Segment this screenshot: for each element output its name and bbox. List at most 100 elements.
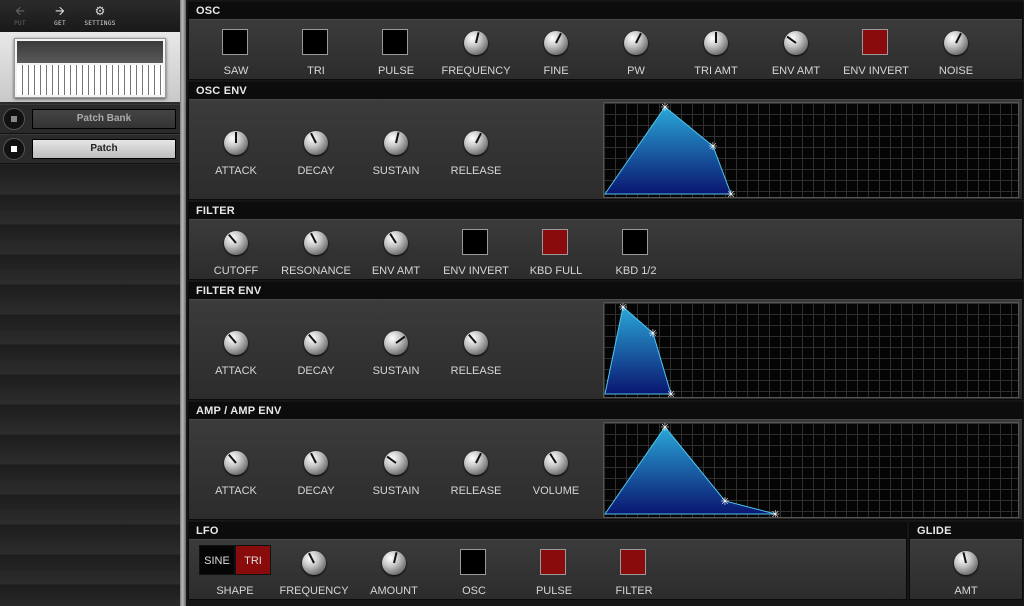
env-invert-toggle[interactable] — [862, 29, 888, 55]
amount-knob[interactable] — [382, 551, 406, 575]
env-invert-toggle[interactable] — [462, 229, 488, 255]
knob-indicator — [955, 32, 962, 44]
patch-radio[interactable] — [3, 138, 25, 160]
knob-indicator — [475, 132, 482, 144]
pw-knob[interactable] — [624, 31, 648, 55]
control-label: RELEASE — [450, 365, 502, 377]
glide-section: GLIDE AMT — [909, 522, 1023, 600]
release-knob[interactable] — [464, 331, 488, 355]
sustain-knob[interactable] — [384, 451, 408, 475]
knob-indicator — [308, 333, 317, 344]
patch-button[interactable]: Patch — [32, 139, 176, 159]
saw-toggle[interactable] — [222, 29, 248, 55]
tri-toggle[interactable] — [302, 29, 328, 55]
amp-env-graph[interactable]: ✳ ✳ ✳ — [603, 422, 1019, 518]
decay-knob[interactable] — [304, 451, 328, 475]
put-button[interactable]: 🡨 PUT — [0, 5, 40, 27]
keyboard-image — [14, 38, 166, 98]
knob-indicator — [549, 453, 557, 464]
cutoff-knob[interactable] — [224, 231, 248, 255]
section-title: FILTER — [196, 205, 235, 217]
knob-indicator — [715, 32, 717, 43]
knob-indicator — [310, 232, 317, 244]
control-label: AMT — [954, 585, 978, 597]
filter-env-section: FILTER ENV ✳ ✳ ✳ ATTACK DECAY SUSTAIN RELEASE — [188, 282, 1023, 400]
fine-knob[interactable] — [544, 31, 568, 55]
amp-decay-handle[interactable]: ✳ — [720, 495, 729, 508]
knob-indicator — [475, 452, 482, 464]
amp-env-curve: ✳ ✳ ✳ — [604, 423, 780, 517]
patch-bank-button[interactable]: Patch Bank — [32, 109, 176, 129]
section-title: OSC — [196, 5, 221, 17]
control-label: NOISE — [938, 65, 974, 77]
synth-thumbnail — [0, 32, 180, 102]
env-amt-knob[interactable] — [384, 231, 408, 255]
section-title: FILTER ENV — [196, 285, 262, 297]
attack-knob[interactable] — [224, 331, 248, 355]
osc-toggle[interactable] — [460, 549, 486, 575]
section-title: LFO — [196, 525, 219, 537]
knob-indicator — [962, 552, 967, 564]
kbd-full-toggle[interactable] — [542, 229, 568, 255]
release-knob[interactable] — [464, 131, 488, 155]
patch-row: Patch — [0, 134, 180, 164]
sustain-knob[interactable] — [384, 331, 408, 355]
knob-indicator — [395, 132, 400, 144]
resonance-knob[interactable] — [304, 231, 328, 255]
arrow-right-icon: 🡪 — [55, 4, 65, 18]
filter-env-graph[interactable]: ✳ ✳ ✳ — [603, 302, 1019, 398]
env-amt-knob[interactable] — [784, 31, 808, 55]
knob-indicator — [228, 233, 237, 244]
knob-indicator — [475, 32, 480, 44]
control-label: RELEASE — [450, 165, 502, 177]
amp-release-handle[interactable]: ✳ — [771, 508, 780, 517]
osc-release-handle[interactable]: ✳ — [726, 188, 735, 197]
osc-decay-handle[interactable]: ✳ — [708, 140, 717, 153]
knob-indicator — [393, 552, 398, 564]
osc-env-curve: ✳ ✳ ✳ — [604, 103, 736, 197]
frequency-knob[interactable] — [302, 551, 326, 575]
gear-icon: ⚙ — [94, 4, 106, 18]
knob-indicator — [228, 453, 237, 464]
patch-sidebar: 🡨 PUT 🡪 GET ⚙ SETTINGS Patch Bank Patch — [0, 0, 180, 606]
patch-bank-radio[interactable] — [3, 108, 25, 130]
noise-knob[interactable] — [944, 31, 968, 55]
osc-attack-handle[interactable]: ✳ — [660, 103, 669, 114]
knob-indicator — [310, 132, 317, 144]
filter-release-handle[interactable]: ✳ — [666, 388, 675, 397]
knob-indicator — [308, 552, 315, 564]
tri-amt-knob[interactable] — [704, 31, 728, 55]
section-title: GLIDE — [917, 525, 952, 537]
amp-section: AMP / AMP ENV ✳ ✳ ✳ ATTACK DECAY SUSTAIN RELE… — [188, 402, 1023, 520]
filter-decay-handle[interactable]: ✳ — [648, 327, 657, 340]
knob-indicator — [389, 233, 397, 244]
control-label: FILTER — [615, 585, 653, 597]
knob-indicator — [235, 132, 237, 143]
amt-knob[interactable] — [954, 551, 978, 575]
get-button[interactable]: 🡪 GET — [40, 5, 80, 27]
shape-tri-option[interactable]: TRI — [235, 545, 271, 575]
settings-button[interactable]: ⚙ SETTINGS — [80, 5, 120, 27]
amp-attack-handle[interactable]: ✳ — [660, 423, 669, 434]
filter-toggle[interactable] — [620, 549, 646, 575]
kbd-1-2-toggle[interactable] — [622, 229, 648, 255]
filter-attack-handle[interactable]: ✳ — [618, 303, 627, 314]
section-title: OSC ENV — [196, 85, 247, 97]
librarian-toolbar: 🡨 PUT 🡪 GET ⚙ SETTINGS — [0, 0, 180, 32]
filter-section: FILTER CUTOFF RESONANCE ENV AMT ENV INVERT K… — [188, 202, 1023, 280]
sustain-knob[interactable] — [384, 131, 408, 155]
pulse-toggle[interactable] — [540, 549, 566, 575]
osc-env-graph[interactable]: ✳ ✳ ✳ — [603, 102, 1019, 198]
shape-sine-option[interactable]: SINE — [199, 545, 235, 575]
frequency-knob[interactable] — [464, 31, 488, 55]
decay-knob[interactable] — [304, 131, 328, 155]
attack-knob[interactable] — [224, 451, 248, 475]
release-knob[interactable] — [464, 451, 488, 475]
pulse-toggle[interactable] — [382, 29, 408, 55]
knob-indicator — [786, 35, 797, 44]
volume-knob[interactable] — [544, 451, 568, 475]
attack-knob[interactable] — [224, 131, 248, 155]
editor-panel: OSC SAW TRI PULSE FREQUENCY FINE PW TRI AMT ENV… — [186, 0, 1024, 606]
decay-knob[interactable] — [304, 331, 328, 355]
patch-bank-row: Patch Bank — [0, 104, 180, 134]
